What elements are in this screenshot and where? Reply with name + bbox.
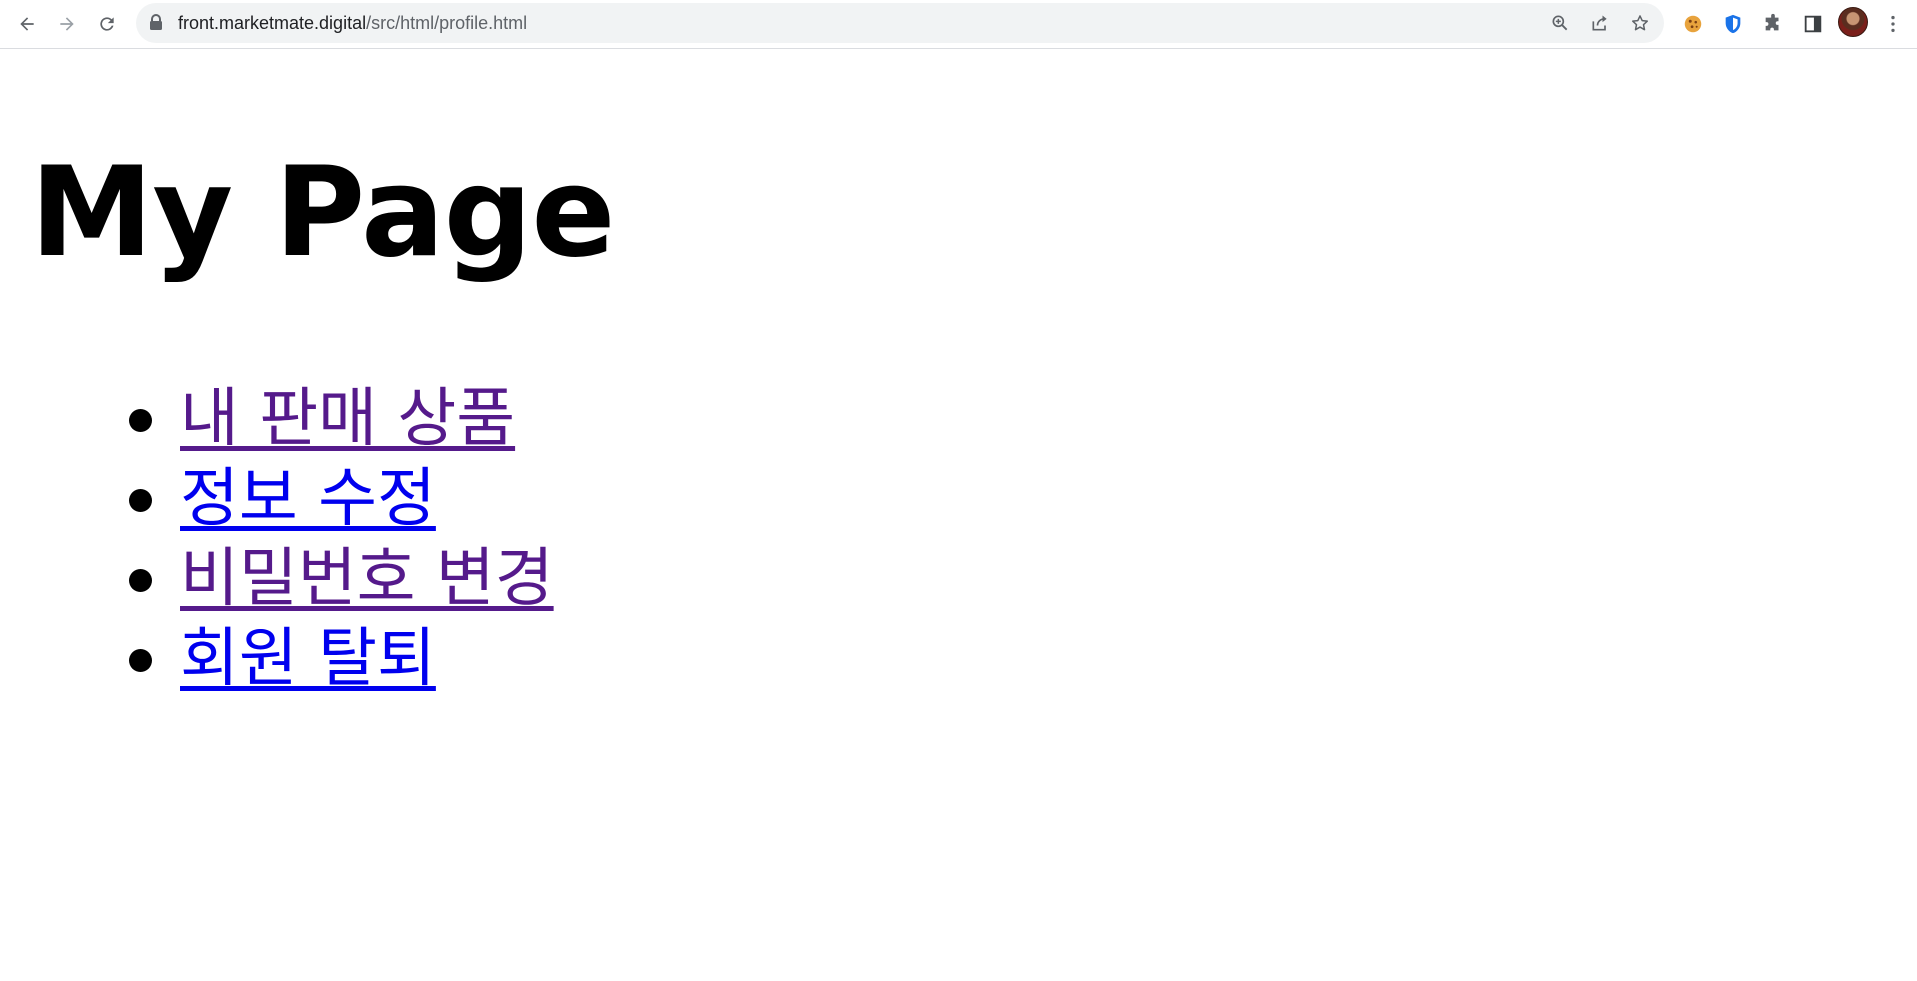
bookmark-button[interactable] [1624, 7, 1656, 39]
kebab-menu-icon [1891, 15, 1895, 33]
my-products-link[interactable]: 내 판매 상품 [180, 387, 515, 451]
shield-extension-button[interactable] [1715, 6, 1751, 42]
avatar-icon[interactable] [1838, 7, 1868, 37]
edit-info-link[interactable]: 정보 수정 [180, 467, 436, 531]
withdraw-membership-link[interactable]: 회원 탈퇴 [180, 627, 436, 691]
bullet-icon [129, 569, 152, 592]
puzzle-icon [1765, 13, 1779, 31]
side-panel-button[interactable] [1795, 6, 1831, 42]
bullet-icon [129, 489, 152, 512]
lock-icon [150, 14, 162, 30]
side-panel-icon [1804, 15, 1822, 33]
browser-menu-button[interactable] [1875, 6, 1911, 42]
page-title: My Page [30, 141, 615, 285]
url-host: front.marketmate.digital [178, 13, 367, 33]
browser-toolbar: front.marketmate.digital/src/html/profil… [0, 0, 1917, 49]
arrow-left-icon [20, 17, 34, 31]
zoom-button[interactable] [1544, 7, 1576, 39]
forward-button[interactable] [49, 6, 85, 42]
url-text[interactable]: front.marketmate.digital/src/html/profil… [178, 3, 527, 43]
share-icon [1592, 15, 1607, 31]
page-content: My Page 내 판매 상품 정보 수정 비밀번호 변경 회원 탈퇴 [0, 49, 1917, 981]
bullet-icon [129, 409, 152, 432]
address-bar[interactable]: front.marketmate.digital/src/html/profil… [136, 3, 1664, 43]
shield-icon [1725, 14, 1741, 34]
reload-button[interactable] [89, 6, 125, 42]
zoom-in-icon [1552, 15, 1568, 31]
cookie-icon [1684, 15, 1702, 33]
cookie-extension-button[interactable] [1675, 6, 1711, 42]
extensions-button[interactable] [1755, 6, 1791, 42]
reload-icon [100, 17, 114, 31]
bullet-icon [129, 649, 152, 672]
back-button[interactable] [9, 6, 45, 42]
star-icon [1632, 15, 1648, 31]
share-button[interactable] [1584, 7, 1616, 39]
url-path: /src/html/profile.html [366, 13, 528, 33]
change-password-link[interactable]: 비밀번호 변경 [180, 547, 554, 611]
arrow-right-icon [60, 17, 74, 31]
